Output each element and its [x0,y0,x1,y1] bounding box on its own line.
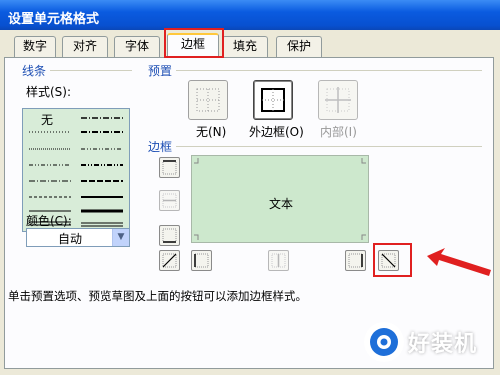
tab-fill[interactable]: 填充 [222,36,268,57]
preset-inside-label: 内部(I) [320,125,357,139]
border-left-icon [194,253,209,268]
preset-outline-button[interactable] [253,80,293,120]
preview-text: 文本 [268,197,293,211]
border-preview[interactable]: 文本 [191,155,369,243]
border-right-icon [348,253,363,268]
window-title: 设置单元格格式 [0,0,500,30]
border-right-button[interactable] [345,250,366,271]
brand-logo-icon [364,322,404,362]
style-label: 样式(S): [26,85,72,99]
color-label: 颜色(C): [26,214,72,228]
border-inside-vertical-icon [271,253,286,268]
border-left-button[interactable] [191,250,212,271]
preset-outline-icon [261,88,285,112]
tab-highlight [164,28,224,58]
border-group-divider [176,146,482,147]
tab-font[interactable]: 字体 [114,36,160,57]
border-inside-vertical-button[interactable] [268,250,289,271]
line-group-divider [50,70,132,71]
preset-group-title: 预置 [148,64,173,78]
preset-inside-icon [325,87,351,113]
preset-group-divider [176,70,482,71]
border-inside-horizontal-icon [162,193,177,208]
preset-outline-label: 外边框(O) [249,125,304,139]
border-bottom-button[interactable] [159,225,180,246]
watermark: 好装机 [354,314,494,370]
preset-inside-button[interactable] [318,80,358,120]
tab-alignment[interactable]: 对齐 [62,36,108,57]
tab-number[interactable]: 数字 [14,36,56,57]
red-arrow-annotation [427,248,491,276]
border-diagonal-up-button[interactable] [159,250,180,271]
diagonal-up-icon [162,253,177,268]
border-top-icon [162,160,177,175]
diagonal-button-highlight [373,243,412,277]
preset-none-icon [196,88,220,112]
chevron-down-icon[interactable]: ▼ [112,229,129,246]
preset-none-button[interactable] [188,80,228,120]
border-group-title: 边框 [148,140,173,154]
color-dropdown-value: 自动 [57,232,82,246]
tab-protection[interactable]: 保护 [276,36,322,57]
brand-text: 好装机 [408,332,478,357]
hint-text: 单击预置选项、预览草图及上面的按钮可以添加边框样式。 [8,289,307,303]
color-dropdown[interactable]: 自动 ▼ [26,228,130,247]
border-bottom-icon [162,228,177,243]
line-group-title: 线条 [22,64,47,78]
border-top-button[interactable] [159,157,180,178]
preset-none-label: 无(N) [196,125,227,139]
border-inside-horizontal-button[interactable] [159,190,180,211]
